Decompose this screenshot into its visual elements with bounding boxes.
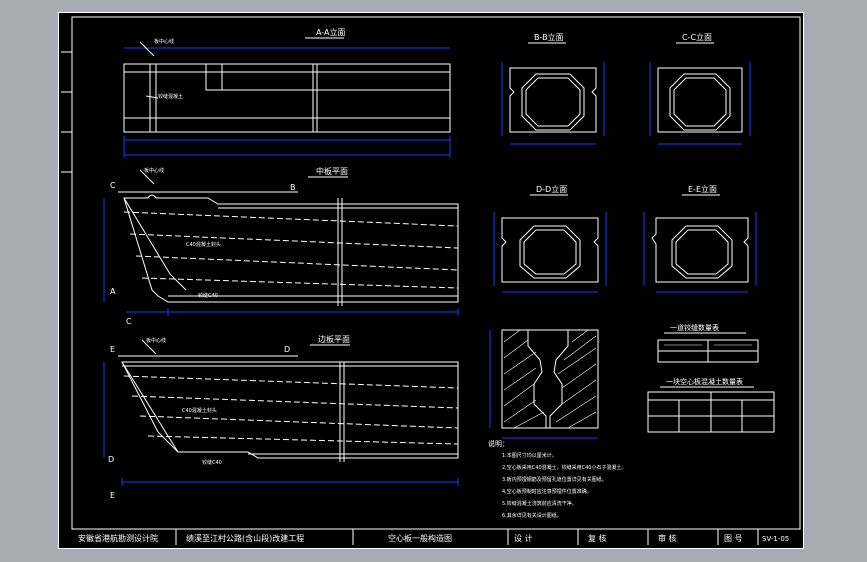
svg-text:C: C xyxy=(110,181,116,190)
svg-text:3.板内预埋钢筋及预留孔道位置详见有关图纸。: 3.板内预埋钢筋及预留孔道位置详见有关图纸。 xyxy=(502,476,607,483)
view-aa-title: A-A立面 xyxy=(316,27,345,37)
title-figure-label: 图 号 xyxy=(724,534,743,543)
view-dd-section: D-D立面 xyxy=(493,184,607,293)
edge-center-label: 板中心线 xyxy=(146,337,166,344)
cad-viewer-canvas[interactable]: A-A立面 板中心线 铰缝混凝土 B-B立面 C-C立面 D-D立面 E-E立面… xyxy=(0,0,867,562)
title-design: 设 计 xyxy=(514,533,533,543)
title-figure-no: SV-1-05 xyxy=(762,535,789,543)
middle-center-label: 板中心线 xyxy=(144,167,164,174)
title-approve: 审 核 xyxy=(658,533,677,543)
joint-table-title: 一道铰缝数量表 xyxy=(670,323,719,332)
svg-text:B: B xyxy=(290,183,296,192)
edge-rebar-label: C40混凝土封头 xyxy=(182,407,217,414)
view-aa-elevation: A-A立面 板中心线 铰缝混凝土 xyxy=(123,27,451,158)
notes-heading: 说明： xyxy=(488,439,509,448)
binding-strip xyxy=(61,51,72,173)
svg-text:E: E xyxy=(110,345,115,354)
outer-border xyxy=(58,12,804,549)
title-review: 复 核 xyxy=(588,533,607,543)
title-block: 安徽省港航勘测设计院 绩溪至江村公路(含山段)改建工程 空心板一般构造图 设 计… xyxy=(72,528,800,545)
concrete-table-title: 一块空心板混凝土数量表 xyxy=(666,377,743,386)
drawing-sheet: A-A立面 板中心线 铰缝混凝土 B-B立面 C-C立面 D-D立面 E-E立面… xyxy=(58,12,804,549)
svg-text:A: A xyxy=(110,287,116,296)
svg-text:1.本图尺寸均以厘米计。: 1.本图尺寸均以厘米计。 xyxy=(502,452,557,459)
view-bb-title: B-B立面 xyxy=(534,32,564,42)
svg-text:E: E xyxy=(110,491,115,500)
title-drawing: 空心板一般构造图 xyxy=(388,533,452,543)
view-bb-section: B-B立面 xyxy=(501,32,605,145)
aa-center-label: 板中心线 xyxy=(154,38,174,45)
title-company: 安徽省港航勘测设计院 xyxy=(78,533,158,543)
svg-text:2.空心板采用C40混凝土，铰缝采用C40小石子混凝土。: 2.空心板采用C40混凝土，铰缝采用C40小石子混凝土。 xyxy=(502,464,626,471)
edge-hinge-label: 铰缝C40 xyxy=(202,459,222,466)
svg-text:5.铰缝混凝土浇筑前应清洗干净。: 5.铰缝混凝土浇筑前应清洗干净。 xyxy=(502,500,577,507)
joint-quantity-table: 一道铰缝数量表 xyxy=(657,323,759,363)
view-dd-title: D-D立面 xyxy=(536,184,567,194)
hinge-joint-detail xyxy=(489,329,599,439)
title-project: 绩溪至江村公路(含山段)改建工程 xyxy=(186,533,304,543)
svg-text:4.空心板预制时应注意预埋件位置准确。: 4.空心板预制时应注意预埋件位置准确。 xyxy=(502,488,592,495)
view-middle-plan: 中板平面 C B A C 板中心线 C40混凝土封头 铰缝C40 xyxy=(103,166,459,326)
view-edge-title: 边板平面 xyxy=(318,334,350,344)
concrete-quantity-table: 一块空心板混凝土数量表 xyxy=(647,377,775,433)
svg-text:D: D xyxy=(108,455,114,464)
view-ee-title: E-E立面 xyxy=(688,184,717,194)
view-middle-title: 中板平面 xyxy=(316,166,348,176)
svg-text:C: C xyxy=(126,317,132,326)
middle-hinge-label: 铰缝C40 xyxy=(198,292,218,299)
aa-hinge-label: 铰缝混凝土 xyxy=(158,93,183,100)
svg-text:6.其余详见有关设计图纸。: 6.其余详见有关设计图纸。 xyxy=(502,512,562,519)
middle-rebar-label: C40混凝土封头 xyxy=(186,241,221,248)
svg-text:D: D xyxy=(284,345,290,354)
view-cc-title: C-C立面 xyxy=(682,32,712,42)
view-edge-plan: 边板平面 E D D E 板中心线 C40混凝土封头 铰缝C40 xyxy=(103,334,459,500)
notes-block: 说明： 1.本图尺寸均以厘米计。 2.空心板采用C40混凝土，铰缝采用C40小石… xyxy=(488,439,626,519)
view-cc-section: C-C立面 xyxy=(649,32,751,145)
view-ee-section: E-E立面 xyxy=(643,184,757,293)
